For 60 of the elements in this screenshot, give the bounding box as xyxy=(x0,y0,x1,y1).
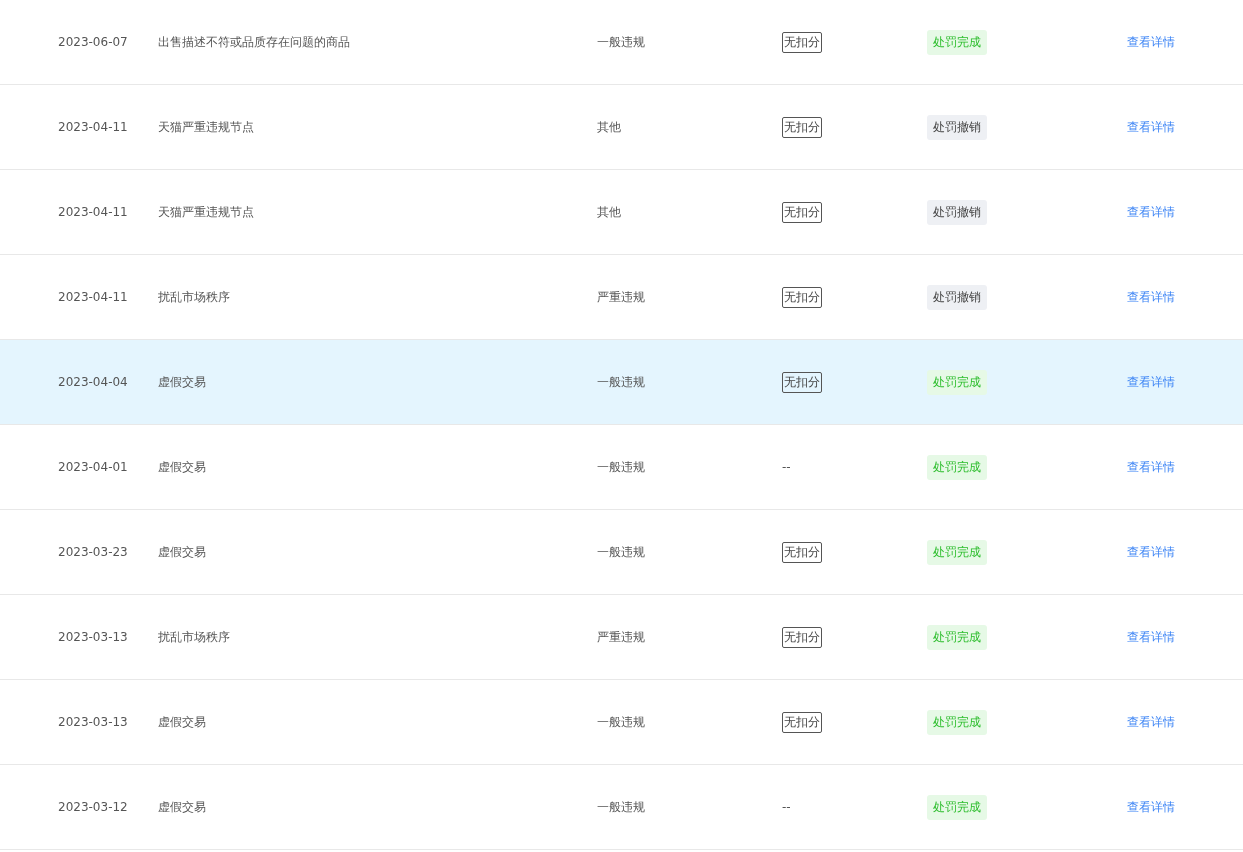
score-tag: 无扣分 xyxy=(782,286,822,308)
status-tag: 处罚完成 xyxy=(927,709,987,735)
status-tag: 处罚完成 xyxy=(927,539,987,565)
violation-cell: 天猫严重违规节点 xyxy=(158,203,254,221)
violation-cell: 虚假交易 xyxy=(158,713,206,731)
violation-cell: 扰乱市场秩序 xyxy=(158,288,230,306)
date-cell: 2023-04-11 xyxy=(58,205,128,219)
details-link[interactable]: 查看详情 xyxy=(1127,798,1175,816)
type-cell: 其他 xyxy=(597,203,621,221)
violation-cell: 虚假交易 xyxy=(158,373,206,391)
type-cell: 一般违规 xyxy=(597,713,645,731)
details-link[interactable]: 查看详情 xyxy=(1127,458,1175,476)
score-text: -- xyxy=(782,460,791,474)
score-tag: 无扣分 xyxy=(782,371,822,393)
date-cell: 2023-04-04 xyxy=(58,375,128,389)
date-cell: 2023-04-11 xyxy=(58,290,128,304)
score-tag: 无扣分 xyxy=(782,626,822,648)
date-cell: 2023-06-07 xyxy=(58,35,128,49)
date-cell: 2023-04-11 xyxy=(58,120,128,134)
type-cell: 一般违规 xyxy=(597,458,645,476)
type-cell: 一般违规 xyxy=(597,798,645,816)
type-cell: 严重违规 xyxy=(597,288,645,306)
score-tag: 无扣分 xyxy=(782,711,822,733)
score-tag: 无扣分 xyxy=(782,201,822,223)
status-tag: 处罚撤销 xyxy=(927,284,987,310)
status-tag: 处罚完成 xyxy=(927,624,987,650)
status-tag: 处罚完成 xyxy=(927,454,987,480)
score-tag: 无扣分 xyxy=(782,31,822,53)
violation-cell: 天猫严重违规节点 xyxy=(158,118,254,136)
details-link[interactable]: 查看详情 xyxy=(1127,288,1175,306)
date-cell: 2023-03-13 xyxy=(58,715,128,729)
type-cell: 其他 xyxy=(597,118,621,136)
date-cell: 2023-04-01 xyxy=(58,460,128,474)
details-link[interactable]: 查看详情 xyxy=(1127,118,1175,136)
status-tag: 处罚完成 xyxy=(927,794,987,820)
status-tag: 处罚撤销 xyxy=(927,199,987,225)
details-link[interactable]: 查看详情 xyxy=(1127,543,1175,561)
details-link[interactable]: 查看详情 xyxy=(1127,203,1175,221)
violation-cell: 虚假交易 xyxy=(158,798,206,816)
status-tag: 处罚完成 xyxy=(927,369,987,395)
status-tag: 处罚完成 xyxy=(927,29,987,55)
type-cell: 一般违规 xyxy=(597,373,645,391)
date-cell: 2023-03-13 xyxy=(58,630,128,644)
status-tag: 处罚撤销 xyxy=(927,114,987,140)
violation-cell: 出售描述不符或品质存在问题的商品 xyxy=(158,33,350,51)
details-link[interactable]: 查看详情 xyxy=(1127,628,1175,646)
score-tag: 无扣分 xyxy=(782,116,822,138)
type-cell: 严重违规 xyxy=(597,628,645,646)
type-cell: 一般违规 xyxy=(597,543,645,561)
details-link[interactable]: 查看详情 xyxy=(1127,713,1175,731)
details-link[interactable]: 查看详情 xyxy=(1127,33,1175,51)
date-cell: 2023-03-12 xyxy=(58,800,128,814)
violation-cell: 扰乱市场秩序 xyxy=(158,628,230,646)
score-tag: 无扣分 xyxy=(782,541,822,563)
violation-cell: 虚假交易 xyxy=(158,543,206,561)
score-text: -- xyxy=(782,800,791,814)
date-cell: 2023-03-23 xyxy=(58,545,128,559)
violation-cell: 虚假交易 xyxy=(158,458,206,476)
table-row[interactable]: 2023-04-04 虚假交易 一般违规 无扣分 处罚完成 查看详情 xyxy=(0,340,1243,425)
type-cell: 一般违规 xyxy=(597,33,645,51)
